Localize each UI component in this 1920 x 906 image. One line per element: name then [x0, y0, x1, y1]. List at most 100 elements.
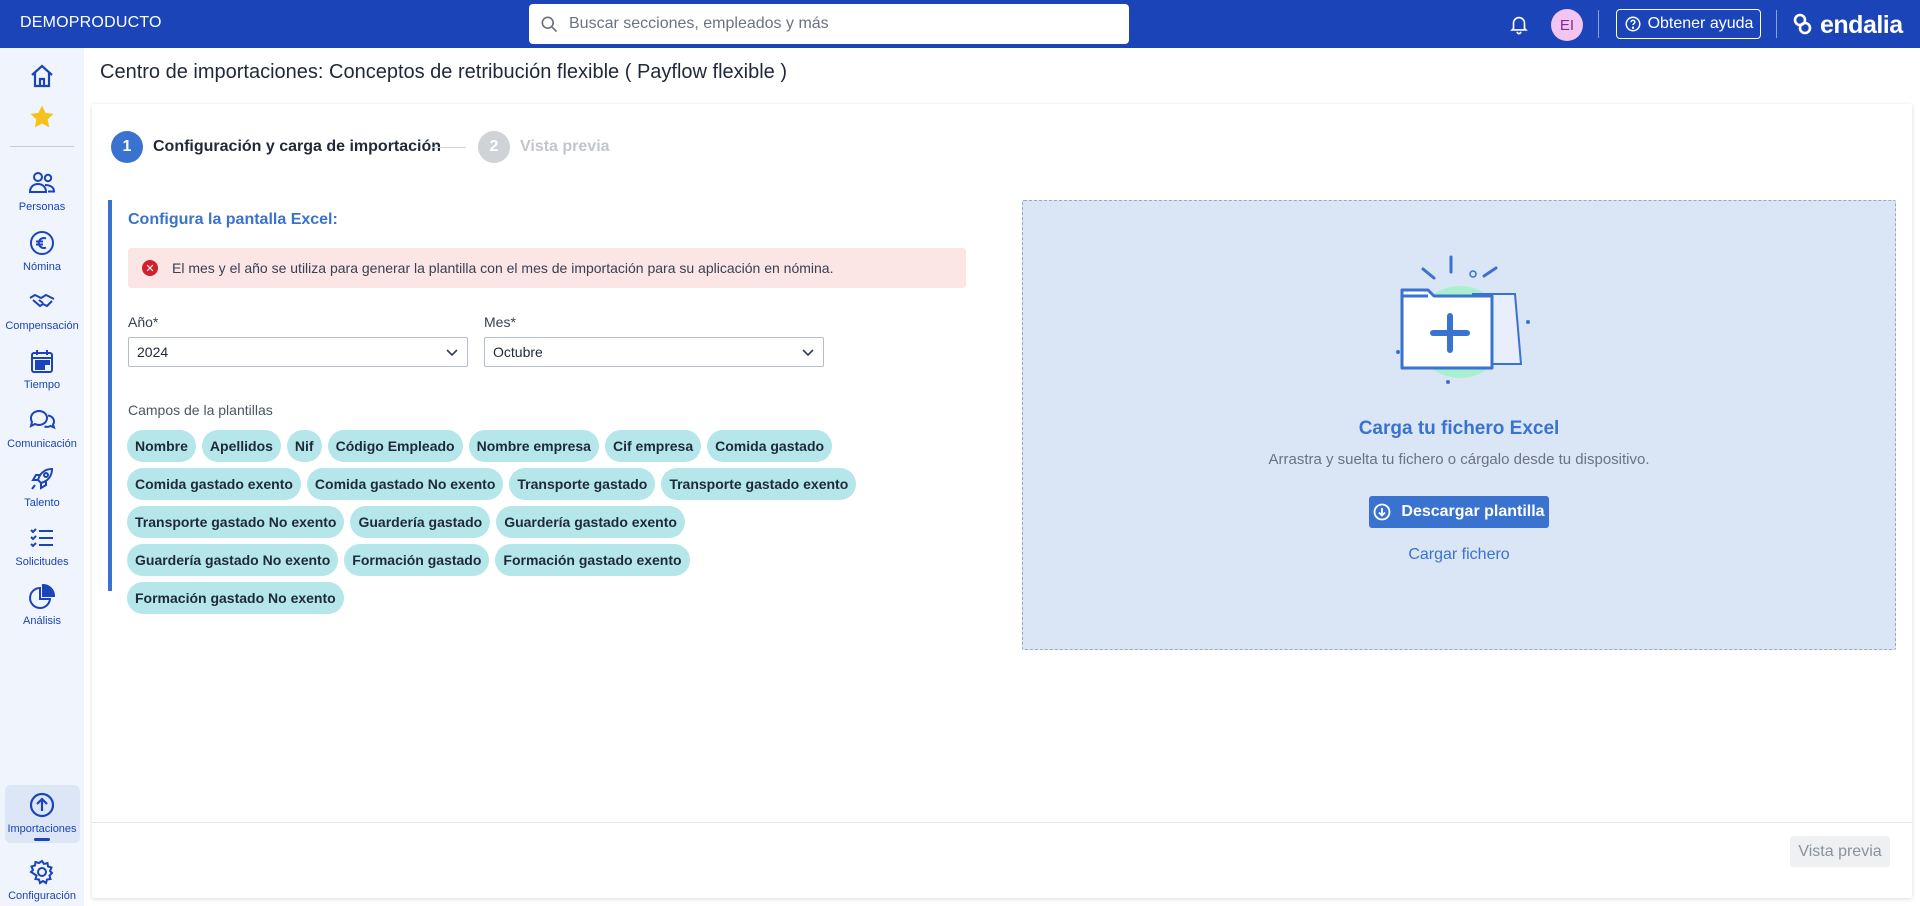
sidebar-item-compensacion[interactable]: Compensación	[0, 288, 84, 332]
help-button[interactable]: Obtener ayuda	[1616, 9, 1761, 39]
download-icon	[1374, 503, 1391, 521]
field-chip: Transporte gastado No exento	[127, 506, 345, 538]
sidebar-active-indicator	[34, 838, 50, 841]
sidebar-item-comunicacion[interactable]: Comunicación	[0, 406, 84, 450]
bell-icon[interactable]	[1508, 13, 1530, 35]
field-chip: Comida gastado	[707, 430, 833, 462]
pie-chart-icon	[29, 583, 56, 609]
error-icon: ✕	[142, 260, 158, 276]
field-chip: Comida gastado exento	[127, 468, 301, 500]
field-chip: Formación gastado	[344, 544, 490, 576]
upload-subtitle: Arrastra y suelta tu fichero o cárgalo d…	[1268, 451, 1650, 468]
help-circle-icon	[1625, 16, 1641, 32]
sidebar-item-label: Nómina	[23, 261, 61, 273]
config-title: Configura la pantalla Excel:	[128, 211, 338, 228]
year-value: 2024	[137, 344, 169, 360]
download-template-label: Descargar plantilla	[1401, 503, 1545, 520]
sidebar-item-label: Talento	[24, 497, 60, 509]
template-fields: Nombre Apellidos Nif Código Empleado Nom…	[127, 430, 867, 614]
field-chip: Cif empresa	[604, 430, 702, 462]
sidebar-item-importaciones[interactable]: Importaciones	[0, 791, 84, 835]
sidebar-item-label: Análisis	[23, 615, 61, 627]
checklist-icon	[30, 528, 53, 548]
field-chip: Guardería gastado No exento	[127, 544, 339, 576]
sidebar-item-label: Tiempo	[23, 379, 61, 391]
field-chip: Apellidos	[201, 430, 281, 462]
sidebar-item-talento[interactable]: Talento	[0, 465, 84, 509]
gear-icon	[29, 859, 54, 885]
step-number: 1	[111, 131, 143, 163]
search-icon	[541, 16, 558, 33]
rocket-icon	[31, 467, 54, 490]
handshake-icon	[29, 293, 55, 308]
field-chip: Nombre	[127, 430, 196, 462]
logo-mark-icon	[1793, 13, 1812, 35]
upload-icon	[29, 792, 55, 818]
field-chip: Formación gastado exento	[495, 544, 690, 576]
step-label: Vista previa	[520, 138, 610, 155]
calendar-icon	[31, 350, 53, 373]
search-box[interactable]	[529, 4, 1129, 44]
month-select[interactable]: Octubre	[484, 337, 824, 367]
euro-icon	[30, 231, 54, 255]
sidebar-item-label: Importaciones	[7, 823, 77, 835]
sidebar-item-favorites[interactable]	[0, 103, 84, 131]
sidebar-item-label: Configuración	[8, 890, 76, 902]
step-number: 2	[478, 131, 510, 163]
help-button-label: Obtener ayuda	[1647, 15, 1754, 32]
step-1[interactable]: 1 Configuración y carga de importación	[111, 131, 441, 163]
field-chip: Nombre empresa	[468, 430, 599, 462]
search-input[interactable]	[569, 15, 1109, 33]
avatar[interactable]: EI	[1551, 9, 1583, 41]
sidebar-item-label: Compensación	[5, 320, 79, 332]
download-template-button[interactable]: Descargar plantilla	[1369, 496, 1549, 528]
fields-label: Campos de la plantillas	[128, 402, 273, 418]
sidebar-item-label: Solicitudes	[15, 556, 69, 568]
month-value: Octubre	[493, 344, 543, 360]
alert-text: El mes y el año se utiliza para generar …	[172, 260, 834, 276]
home-icon	[31, 64, 53, 88]
year-select[interactable]: 2024	[128, 337, 468, 367]
chevron-down-icon	[446, 349, 458, 357]
sidebar-item-home[interactable]	[0, 62, 84, 90]
folder-upload-icon	[1396, 255, 1530, 384]
sidebar-item-configuracion[interactable]: Configuración	[0, 858, 84, 902]
sidebar-item-analisis[interactable]: Análisis	[0, 583, 84, 627]
sidebar-item-personas[interactable]: Personas	[0, 169, 84, 213]
step-2[interactable]: 2 Vista previa	[478, 131, 610, 163]
step-connector	[432, 147, 466, 148]
field-chip: Nif	[286, 430, 322, 462]
sidebar-item-tiempo[interactable]: Tiempo	[0, 347, 84, 391]
star-icon	[30, 105, 54, 128]
endalia-logo[interactable]: endalia	[1792, 11, 1903, 39]
field-chip: Formación gastado No exento	[127, 582, 344, 614]
sidebar-divider	[10, 146, 74, 147]
sidebar-item-label: Personas	[18, 201, 66, 213]
sidebar-item-solicitudes[interactable]: Solicitudes	[0, 524, 84, 568]
chevron-down-icon	[802, 349, 814, 357]
people-icon	[28, 172, 56, 193]
error-alert: ✕ El mes y el año se utiliza para genera…	[128, 248, 966, 288]
sidebar-item-nomina[interactable]: Nómina	[0, 229, 84, 273]
year-label: Año*	[128, 314, 159, 330]
preview-button[interactable]: Vista previa	[1790, 836, 1890, 867]
divider	[1776, 10, 1777, 38]
footer-divider	[92, 822, 1912, 823]
field-chip: Guardería gastado	[350, 506, 491, 538]
divider	[1598, 10, 1599, 38]
upload-file-link[interactable]: Cargar fichero	[1022, 546, 1896, 564]
sidebar-item-label: Comunicación	[7, 438, 77, 450]
field-chip: Transporte gastado exento	[661, 468, 857, 500]
field-chip: Comida gastado No exento	[306, 468, 504, 500]
company-name: DEMOPRODUCTO	[20, 14, 162, 31]
logo-text: endalia	[1820, 10, 1903, 39]
page-title: Centro de importaciones: Conceptos de re…	[100, 61, 788, 83]
field-chip: Código Empleado	[327, 430, 463, 462]
top-bar: DEMOPRODUCTO EI Obtener ayuda endalia	[0, 0, 1920, 48]
field-chip: Transporte gastado	[509, 468, 656, 500]
step-label: Configuración y carga de importación	[153, 138, 442, 155]
month-label: Mes*	[484, 314, 516, 330]
upload-title: Carga tu fichero Excel	[1358, 418, 1560, 439]
chat-icon	[29, 410, 56, 430]
field-chip: Guardería gastado exento	[496, 506, 685, 538]
